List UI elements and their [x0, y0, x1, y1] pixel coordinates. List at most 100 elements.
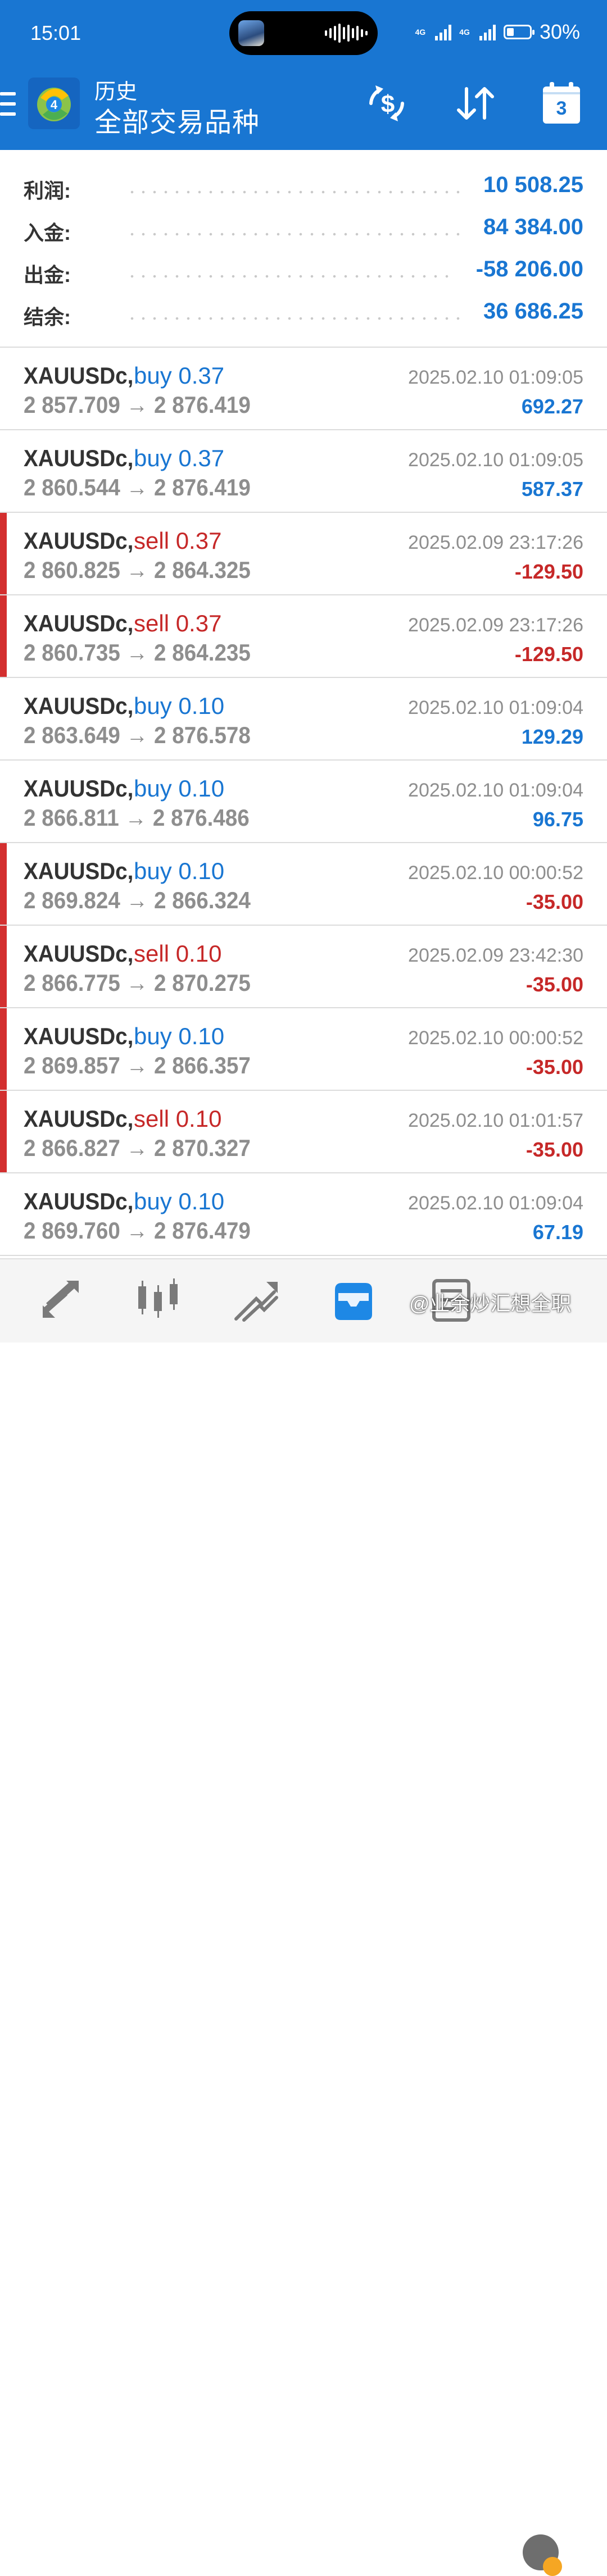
app-logo-icon: 4 [28, 78, 80, 129]
trade-row[interactable]: XAUUSDc, buy 0.10 2 869.760 → 2 876.479 202… [0, 1173, 607, 1256]
trade-symbol: XAUUSDc, [24, 693, 134, 719]
trade-profit: 96.75 [532, 808, 583, 831]
svg-text:4: 4 [51, 98, 58, 112]
history-icon[interactable] [328, 1275, 379, 1326]
trade-profit: -129.50 [514, 643, 583, 666]
trade-icon[interactable] [230, 1275, 281, 1326]
trade-time: 2025.02.09 23:17:26 [408, 615, 583, 636]
summary-panel: 利润: 10 508.25 入金: 84 384.00 出金: -58 206.… [0, 150, 607, 348]
symbol-filter[interactable]: 全部交易品种 [94, 100, 260, 139]
trade-symbol: XAUUSDc, [24, 775, 134, 802]
summary-row-withdrawal: 出金: -58 206.00 [0, 254, 607, 288]
trade-symbol: XAUUSDc, [24, 610, 134, 636]
trade-row[interactable]: XAUUSDc, buy 0.37 2 860.544 → 2 876.419 202… [0, 430, 607, 513]
trade-symbol: XAUUSDc, [24, 362, 134, 389]
trade-prices: 2 857.709 → 2 876.419 [24, 392, 251, 418]
status-time: 15:01 [30, 21, 81, 44]
trade-prices: 2 860.825 → 2 864.325 [24, 557, 251, 583]
summary-label: 入金: [24, 221, 71, 244]
trade-side-volume: buy 0.10 [134, 1023, 225, 1049]
trade-side-volume: buy 0.10 [134, 858, 225, 884]
trade-side-volume: buy 0.37 [134, 362, 225, 389]
status-icons: 4G 4G 30% [415, 20, 580, 44]
summary-label: 出金: [24, 263, 71, 286]
calendar-icon[interactable]: 3 [542, 81, 581, 126]
leader-dots [126, 317, 464, 320]
leader-dots [126, 275, 452, 278]
trade-profit: -35.00 [526, 1055, 583, 1078]
trade-time: 2025.02.10 01:09:05 [408, 367, 583, 388]
signal-icon [479, 24, 496, 40]
media-thumbnail [238, 20, 264, 46]
trade-symbol: XAUUSDc, [24, 527, 134, 554]
trade-side-volume: buy 0.37 [134, 445, 225, 471]
trade-row[interactable]: XAUUSDc, buy 0.37 2 857.709 → 2 876.419 202… [0, 348, 607, 430]
trade-time: 2025.02.10 01:09:04 [408, 780, 583, 801]
quotes-icon[interactable] [35, 1275, 85, 1326]
trade-prices: 2 863.649 → 2 876.578 [24, 722, 251, 748]
trade-row[interactable]: XAUUSDc, buy 0.10 2 869.857 → 2 866.357 202… [0, 1008, 607, 1091]
trade-side-volume: sell 0.37 [134, 610, 222, 636]
trade-side-volume: sell 0.37 [134, 527, 222, 554]
trade-list: XAUUSDc, buy 0.37 2 857.709 → 2 876.419 202… [0, 348, 607, 1256]
summary-label: 结余: [24, 306, 71, 329]
svg-text:$: $ [381, 90, 395, 118]
summary-row-profit: 利润: 10 508.25 [0, 170, 607, 204]
trade-row[interactable]: XAUUSDc, buy 0.10 2 869.824 → 2 866.324 202… [0, 843, 607, 926]
battery-percent: 30% [539, 20, 580, 43]
trade-symbol: XAUUSDc, [24, 940, 134, 967]
trade-row[interactable]: XAUUSDc, buy 0.10 2 863.649 → 2 876.578 202… [0, 678, 607, 761]
trade-prices: 2 869.824 → 2 866.324 [24, 887, 251, 913]
trade-row[interactable]: XAUUSDc, sell 0.37 2 860.825 → 2 864.325 20… [0, 513, 607, 595]
trade-symbol: XAUUSDc, [24, 1023, 134, 1049]
balance-operations-icon[interactable]: $ [364, 81, 409, 126]
trade-row[interactable]: XAUUSDc, sell 0.10 2 866.827 → 2 870.327 20… [0, 1091, 607, 1173]
trade-time: 2025.02.09 23:17:26 [408, 532, 583, 553]
summary-value: 84 384.00 [483, 215, 583, 239]
trade-time: 2025.02.10 00:00:52 [408, 1027, 583, 1049]
chart-icon[interactable] [133, 1275, 183, 1326]
network-label-2: 4G [459, 28, 470, 37]
trade-symbol: XAUUSDc, [24, 1188, 134, 1214]
trade-prices: 2 866.811 → 2 876.486 [24, 804, 250, 831]
status-bar: 15:01 4G 4G 30% [0, 0, 607, 69]
summary-label: 利润: [24, 179, 71, 202]
trade-prices: 2 860.735 → 2 864.235 [24, 639, 251, 666]
watermark: @业余炒汇想全职 [409, 1292, 572, 1315]
dynamic-island[interactable] [229, 11, 378, 55]
summary-row-deposit: 入金: 84 384.00 [0, 212, 607, 246]
trade-row[interactable]: XAUUSDc, sell 0.37 2 860.735 → 2 864.235 20… [0, 595, 607, 678]
trade-time: 2025.02.10 00:00:52 [408, 862, 583, 884]
trade-profit: 67.19 [532, 1221, 583, 1244]
trade-row[interactable]: XAUUSDc, sell 0.10 2 866.775 → 2 870.275 20… [0, 926, 607, 1008]
leader-dots [126, 233, 464, 236]
trade-row[interactable]: XAUUSDc, buy 0.10 2 866.811 → 2 876.486 202… [0, 761, 607, 843]
trade-side-volume: sell 0.10 [134, 1105, 222, 1132]
summary-row-balance: 结余: 36 686.25 [0, 297, 607, 330]
trade-profit: -129.50 [514, 560, 583, 583]
trade-prices: 2 866.827 → 2 870.327 [24, 1135, 251, 1161]
trade-time: 2025.02.10 01:09:04 [408, 697, 583, 718]
trade-profit: 587.37 [521, 477, 583, 500]
trade-symbol: XAUUSDc, [24, 858, 134, 884]
battery-icon [503, 25, 534, 39]
trade-side-volume: sell 0.10 [134, 940, 222, 967]
trade-time: 2025.02.10 01:09:04 [408, 1193, 583, 1214]
calendar-day: 3 [556, 98, 567, 119]
trade-profit: -35.00 [526, 890, 583, 913]
trade-time: 2025.02.09 23:42:30 [408, 945, 583, 966]
trade-prices: 2 866.775 → 2 870.275 [24, 970, 251, 996]
trade-profit: -35.00 [526, 973, 583, 996]
trade-prices: 2 869.760 → 2 876.479 [24, 1217, 251, 1244]
trade-profit: -35.00 [526, 1138, 583, 1161]
trade-prices: 2 869.857 → 2 866.357 [24, 1052, 251, 1078]
signal-icon [435, 24, 452, 40]
summary-value: 36 686.25 [483, 299, 583, 324]
sort-icon[interactable] [453, 81, 498, 126]
leader-dots [126, 190, 464, 194]
menu-icon[interactable] [0, 92, 17, 126]
network-label-1: 4G [415, 28, 426, 37]
trade-time: 2025.02.10 01:01:57 [408, 1110, 583, 1131]
watermark-dot [543, 2557, 562, 2576]
audio-wave-icon [325, 24, 368, 43]
